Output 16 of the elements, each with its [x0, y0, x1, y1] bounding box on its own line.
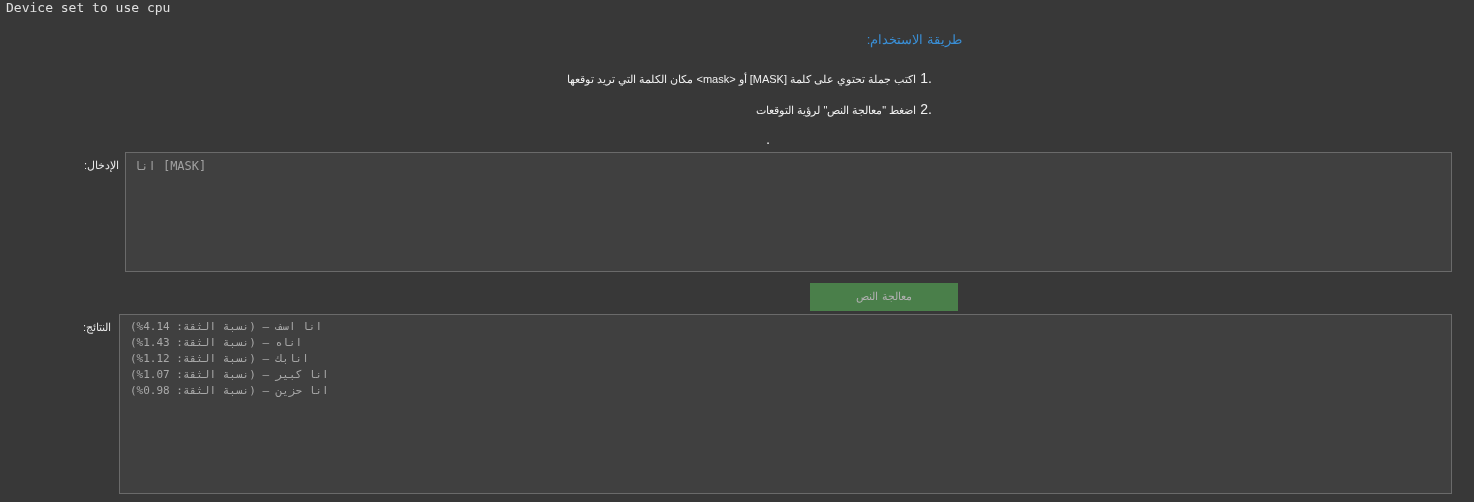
step-text: اكتب جملة تحتوي على كلمة [MASK] أو <mask> مكان الكلمة التي تريد توقعها: [567, 71, 917, 87]
step-number: 2.: [920, 99, 932, 119]
step-number: 1.: [920, 68, 932, 88]
usage-title: طريقة الاستخدام:: [866, 31, 962, 50]
result-line: انابك — (نسبة الثقة: 1.12%): [130, 350, 310, 367]
result-line: انا اسف — (نسبة الثقة: 4.14%): [130, 318, 324, 335]
result-line: انا كبير — (نسبة الثقة: 1.07%): [130, 366, 330, 383]
input-label: الإدخال:: [82, 157, 119, 174]
result-line: انا حزين — (نسبة الثقة: 0.98%): [130, 382, 330, 399]
note-text: .: [766, 131, 770, 148]
log-line: Device set to use cpu: [6, 0, 171, 16]
step-text: اضغط "معالجة النص" لرؤية التوقعات: [756, 102, 917, 118]
results-label: النتائج:: [81, 319, 111, 336]
input-field[interactable]: انا [MASK]: [125, 151, 1452, 272]
process-button[interactable]: معالجة النص: [810, 282, 958, 311]
result-line: اناه — (نسبة الثقة: 1.43%): [130, 334, 304, 351]
